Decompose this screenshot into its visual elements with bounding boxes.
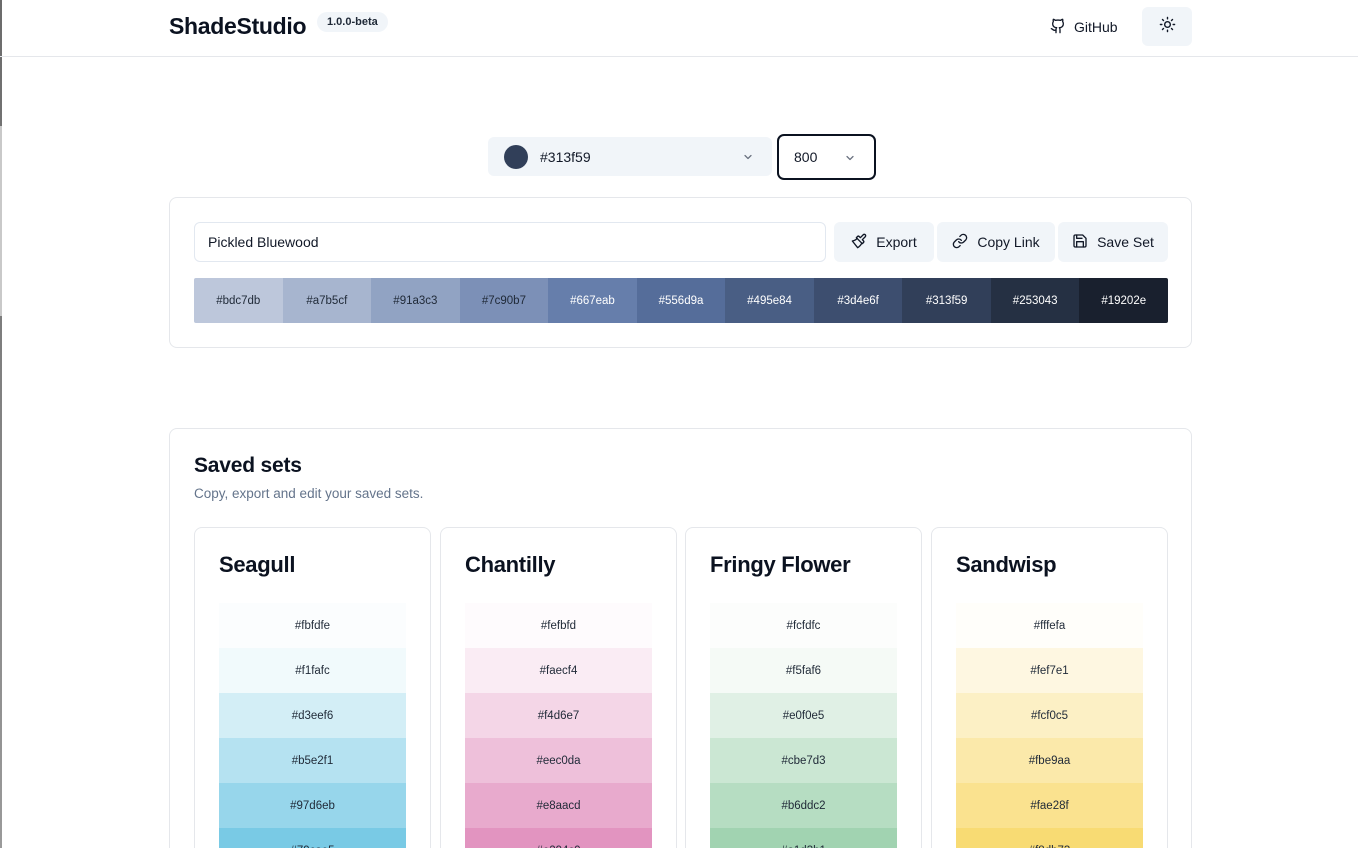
base-color-select[interactable]: #313f59	[488, 137, 772, 176]
theme-toggle-button[interactable]	[1142, 7, 1192, 46]
saved-set-shade[interactable]: #f5faf6	[710, 648, 897, 693]
copy-link-button[interactable]: Copy Link	[937, 222, 1055, 262]
saved-set-shade[interactable]: #fcfdfc	[710, 603, 897, 648]
saved-set-card[interactable]: Seagull #fbfdfe #f1fafc #d3eef6 #b5e2f1 #97d6…	[194, 527, 431, 848]
saved-set-card[interactable]: Chantilly #fefbfd #faecf4 #f4d6e7 #eec0da #e8…	[440, 527, 677, 848]
saved-set-shade[interactable]: #fffefa	[956, 603, 1143, 648]
shade-level-value: 800	[794, 149, 818, 165]
saved-set-name: Seagull	[219, 552, 296, 577]
saved-set-shade[interactable]: #f8db73	[956, 828, 1143, 848]
copy-link-label: Copy Link	[977, 234, 1040, 250]
saved-set-shade[interactable]: #b5e2f1	[219, 738, 406, 783]
saved-set-shade[interactable]: #b6ddc2	[710, 783, 897, 828]
saved-set-shade[interactable]: #97d6eb	[219, 783, 406, 828]
saved-set-card[interactable]: Fringy Flower #fcfdfc #f5faf6 #e0f0e5 #cbe7d…	[685, 527, 922, 848]
saved-set-shade[interactable]: #79cae5	[219, 828, 406, 848]
saved-set-shade[interactable]: #d3eef6	[219, 693, 406, 738]
save-icon	[1072, 233, 1088, 252]
shade-swatch[interactable]: #91a3c3	[371, 278, 460, 323]
saved-set-shade[interactable]: #f4d6e7	[465, 693, 652, 738]
chevron-down-icon	[844, 151, 856, 167]
version-badge: 1.0.0-beta	[317, 12, 388, 32]
saved-set-shade[interactable]: #faecf4	[465, 648, 652, 693]
palette-name-input[interactable]	[194, 222, 826, 262]
shade-swatch[interactable]: #556d9a	[636, 278, 726, 323]
export-button[interactable]: Export	[834, 222, 934, 262]
shade-swatch[interactable]: #253043	[990, 278, 1080, 323]
chevron-down-icon	[742, 150, 754, 168]
brush-icon	[851, 233, 867, 252]
palette-card: Export Copy Link Save Set #bdc7db#a7b5cf…	[169, 197, 1192, 348]
saved-set-name: Chantilly	[465, 552, 556, 577]
saved-set-shade[interactable]: #fbe9aa	[956, 738, 1143, 783]
saved-sets-title: Saved sets	[194, 454, 302, 477]
shade-swatch[interactable]: #7c90b7	[459, 278, 549, 323]
shade-level-select[interactable]: 800	[777, 134, 876, 180]
saved-set-shade[interactable]: #e294c0	[465, 828, 652, 848]
saved-set-shade[interactable]: #e0f0e5	[710, 693, 897, 738]
saved-set-shade[interactable]: #a1d3b1	[710, 828, 897, 848]
save-set-button[interactable]: Save Set	[1058, 222, 1168, 262]
saved-set-shade[interactable]: #e8aacd	[465, 783, 652, 828]
color-swatch	[504, 144, 528, 169]
window-left-edge	[0, 0, 2, 848]
saved-set-shade[interactable]: #fae28f	[956, 783, 1143, 828]
saved-set-shade[interactable]: #f1fafc	[219, 648, 406, 693]
shade-swatch[interactable]: #313f59	[902, 278, 991, 323]
shade-swatch[interactable]: #667eab	[548, 278, 637, 323]
saved-set-card[interactable]: Sandwisp #fffefa #fef7e1 #fcf0c5 #fbe9aa #fae…	[931, 527, 1168, 848]
save-set-label: Save Set	[1097, 234, 1154, 250]
github-label: GitHub	[1074, 19, 1118, 35]
shade-swatch[interactable]: #495e84	[725, 278, 814, 323]
top-header: ShadeStudio 1.0.0-beta GitHub	[0, 0, 1358, 57]
brand-logo[interactable]: ShadeStudio	[169, 13, 307, 40]
shade-swatch[interactable]: #19202e	[1079, 278, 1168, 323]
sun-icon	[1159, 16, 1176, 38]
saved-set-shade[interactable]: #eec0da	[465, 738, 652, 783]
saved-set-shades: #fffefa#fef7e1#fcf0c5#fbe9aa#fae28f#f8db…	[956, 603, 1143, 848]
saved-set-shade[interactable]: #fbfdfe	[219, 603, 406, 648]
saved-set-name: Fringy Flower	[710, 552, 851, 577]
saved-sets-card: Saved sets Copy, export and edit your sa…	[169, 428, 1192, 848]
saved-sets-subtitle: Copy, export and edit your saved sets.	[194, 486, 424, 501]
shade-swatch[interactable]: #a7b5cf	[282, 278, 372, 323]
shades-row: #bdc7db #a7b5cf #91a3c3 #7c90b7 #667eab #556d…	[194, 278, 1168, 323]
export-label: Export	[876, 234, 917, 250]
saved-set-shades: #fefbfd#faecf4#f4d6e7#eec0da#e8aacd#e294…	[465, 603, 652, 848]
shade-swatch[interactable]: #3d4e6f	[813, 278, 903, 323]
saved-set-shade[interactable]: #fef7e1	[956, 648, 1143, 693]
saved-set-name: Sandwisp	[956, 552, 1057, 577]
github-icon	[1050, 18, 1066, 37]
github-link[interactable]: GitHub	[1044, 8, 1122, 46]
base-color-value: #313f59	[540, 148, 591, 165]
saved-set-shade[interactable]: #fefbfd	[465, 603, 652, 648]
saved-set-shades: #fcfdfc#f5faf6#e0f0e5#cbe7d3#b6ddc2#a1d3…	[710, 603, 897, 848]
saved-set-shade[interactable]: #fcf0c5	[956, 693, 1143, 738]
shade-swatch[interactable]: #bdc7db	[194, 278, 283, 323]
link-icon	[952, 233, 968, 252]
saved-set-shades: #fbfdfe#f1fafc#d3eef6#b5e2f1#97d6eb#79ca…	[219, 603, 406, 848]
saved-set-shade[interactable]: #cbe7d3	[710, 738, 897, 783]
